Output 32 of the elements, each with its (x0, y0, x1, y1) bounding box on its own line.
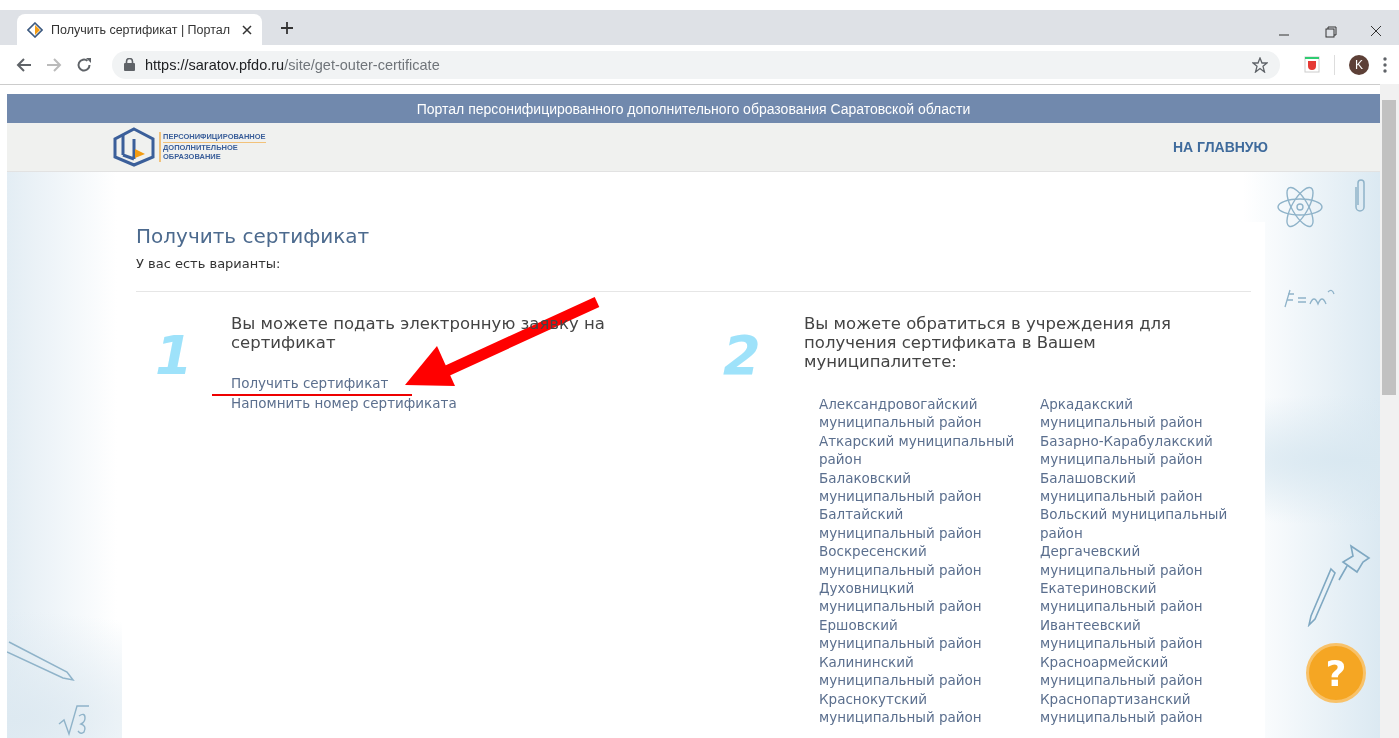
district-link[interactable]: Балтайский муниципальный район (819, 505, 1016, 543)
address-bar[interactable]: https://saratov.pfdo.ru/site/get-outer-certificate (112, 50, 1280, 79)
district-link[interactable]: Александровогайский муниципальный район (819, 395, 1016, 432)
district-link[interactable]: Ершовский муниципальный район (819, 615, 1016, 653)
district-link[interactable]: Духовницкий муниципальный район (819, 579, 1016, 616)
district-link[interactable]: Калининский муниципальный район (819, 652, 1016, 690)
district-link[interactable]: Краснопартизанский муниципальный район (1040, 689, 1237, 727)
option-heading: Вы можете обратиться в учреждения для получения сертификата в Вашем муниципалитете: (804, 314, 1173, 371)
district-link[interactable]: Вольский муниципальный район (1040, 505, 1237, 543)
district-link[interactable]: Базарно-Карабулакский муниципальный район (1040, 431, 1237, 469)
district-link[interactable]: Краснокутский муниципальный район (819, 689, 1016, 727)
browser-tab[interactable]: Получить сертификат | Портал (17, 14, 262, 45)
district-link[interactable]: Аркадакский муниципальный район (1040, 395, 1237, 432)
district-link[interactable]: Балаковский муниципальный район (819, 468, 1016, 506)
url-text: https://saratov.pfdo.ru/site/get-outer-certificate (145, 56, 440, 73)
district-link[interactable]: Ивантеевский муниципальный район (1040, 615, 1237, 653)
step-number: 1 (155, 324, 194, 388)
district-link[interactable]: Екатериновский муниципальный район (1040, 579, 1237, 616)
district-link[interactable]: Дергачевский муниципальный район (1040, 542, 1237, 580)
certificate-link[interactable]: Получить сертификат (231, 374, 389, 394)
options-intro: У вас есть варианты: (136, 256, 282, 271)
district-link[interactable]: Красноармейский муниципальный район (1040, 652, 1237, 690)
district-link[interactable]: Воскресенский муниципальный район (819, 542, 1016, 580)
home-link[interactable]: НА ГЛАВНУЮ (1173, 139, 1268, 155)
profile-avatar[interactable]: K (1349, 54, 1369, 75)
district-link[interactable]: Аткарский муниципальный район (819, 431, 1016, 469)
tab-title: Получить сертификат | Портал (51, 22, 232, 37)
portal-banner: Портал персонифицированного дополнительного образования Саратовской области (7, 94, 1380, 123)
step-number: 2 (723, 324, 762, 388)
district-link[interactable]: Балашовский муниципальный район (1040, 468, 1237, 506)
certificate-link[interactable]: Напомнить номер сертификата (231, 393, 457, 413)
page-title: Получить сертификат (136, 224, 371, 250)
